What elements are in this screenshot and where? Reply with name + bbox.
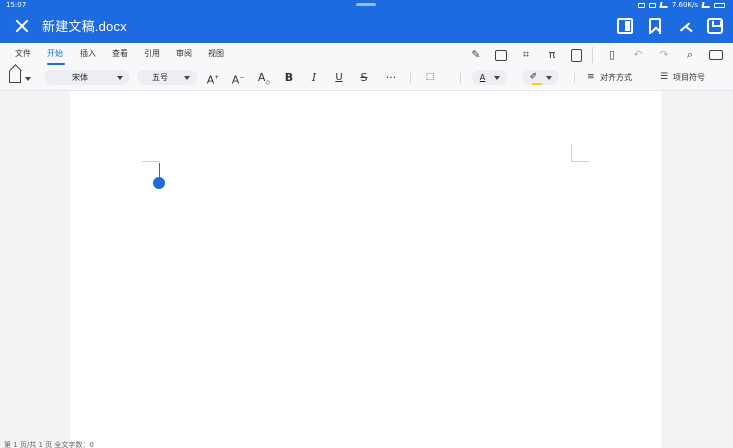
read-mode-icon[interactable]: ▯ <box>605 48 619 62</box>
font-family-select[interactable]: 宋体 <box>44 70 130 85</box>
strikethrough-button[interactable]: S <box>356 70 372 85</box>
wps-word-editor: 15:07 7.60K/s 新建文稿.docx 文件 开始 插入 查看 引用 审… <box>0 0 733 448</box>
tab-file[interactable]: 文件 <box>15 48 31 60</box>
battery-icon <box>714 2 725 8</box>
bold-button[interactable]: B <box>281 70 297 85</box>
tab-review[interactable]: 审阅 <box>176 48 192 60</box>
close-icon[interactable] <box>14 18 30 34</box>
tab-home[interactable]: 开始 <box>47 48 63 60</box>
network-speed: 7.60K/s <box>671 1 698 9</box>
share-icon[interactable] <box>677 18 693 34</box>
chevron-down-icon[interactable] <box>25 77 31 81</box>
save-icon[interactable] <box>707 18 723 34</box>
system-status-bar: 15:07 7.60K/s <box>0 0 733 10</box>
home-style-icon[interactable] <box>9 71 21 83</box>
chevron-down-icon <box>546 76 552 80</box>
pen-icon[interactable]: ✎ <box>469 48 483 62</box>
chevron-down-icon <box>117 76 123 80</box>
font-size-value: 五号 <box>152 73 168 82</box>
italic-button[interactable]: I <box>306 70 322 85</box>
undo-icon[interactable]: ↶ <box>631 48 645 62</box>
page-status-text: 第 1 页/共 1 页 全文字数：0 <box>4 441 94 448</box>
comment-icon[interactable] <box>495 49 507 61</box>
scan-icon[interactable]: ⌗ <box>519 48 533 62</box>
highlight-color-swatch <box>532 83 542 85</box>
font-color-letter: A <box>479 73 486 82</box>
font-color-button[interactable]: A <box>472 70 507 85</box>
panel-toggle-icon[interactable] <box>617 18 633 34</box>
font-family-value: 宋体 <box>72 73 88 82</box>
shrink-font-button[interactable]: A− <box>230 70 246 87</box>
title-bar: 15:07 7.60K/s 新建文稿.docx <box>0 0 733 43</box>
eye-icon <box>648 2 656 8</box>
underline-button[interactable]: U <box>331 70 347 85</box>
tab-references[interactable]: 引用 <box>144 48 160 60</box>
menu-tabs-row: 文件 开始 插入 查看 引用 审阅 视图 ✎ ⌗ π ▯ ↶ ↷ ⌕ <box>0 43 733 65</box>
toolbar-divider <box>592 47 593 63</box>
document-page[interactable] <box>70 91 661 448</box>
wifi-icon <box>701 2 711 8</box>
document-outline-icon[interactable] <box>571 48 582 62</box>
page-margin-marker-left <box>142 161 160 162</box>
title-actions <box>617 18 723 34</box>
status-time: 15:07 <box>6 1 27 9</box>
chevron-down-icon <box>494 76 500 80</box>
page-margin-marker-right-vertical <box>571 144 572 161</box>
text-frame-icon[interactable]: ⬚ <box>424 70 436 85</box>
font-size-select[interactable]: 五号 <box>137 70 197 85</box>
keyboard-icon[interactable] <box>709 50 723 60</box>
bullet-list-select[interactable]: 项目符号 <box>673 70 705 85</box>
cursor-drag-handle[interactable] <box>153 177 165 189</box>
page-margin-marker-right <box>571 161 589 162</box>
document-title[interactable]: 新建文稿.docx <box>42 18 127 35</box>
tab-layout-view[interactable]: 视图 <box>208 48 224 60</box>
toolbar-divider <box>410 73 411 83</box>
quick-tools: ✎ ⌗ π ▯ ↶ ↷ ⌕ <box>457 47 723 63</box>
align-icon[interactable]: ≡ <box>587 70 595 85</box>
message-icon <box>637 2 645 8</box>
multitask-handle[interactable] <box>356 3 376 6</box>
formula-icon[interactable]: π <box>545 48 559 62</box>
signal-icon <box>659 2 669 8</box>
redo-icon[interactable]: ↷ <box>657 48 671 62</box>
align-select[interactable]: 对齐方式 <box>600 70 632 85</box>
clear-format-button[interactable]: A◇ <box>256 70 272 86</box>
toolbar-divider <box>460 73 461 83</box>
tab-view[interactable]: 查看 <box>112 48 128 60</box>
status-icons: 7.60K/s <box>637 0 725 10</box>
title-row: 新建文稿.docx <box>0 12 733 42</box>
grow-font-button[interactable]: A+ <box>205 70 221 87</box>
search-icon[interactable]: ⌕ <box>683 48 697 62</box>
chevron-down-icon <box>184 76 190 80</box>
list-icon[interactable]: ☰ <box>660 70 668 85</box>
bookmark-icon[interactable] <box>649 18 661 34</box>
more-button[interactable]: ··· <box>382 70 400 85</box>
tab-insert[interactable]: 插入 <box>80 48 96 60</box>
formatting-toolbar: 宋体 五号 A+ A− A◇ B I U S ··· ⬚ A ✐ ≡ 对齐方式 <box>0 65 733 145</box>
toolbar-divider <box>574 73 575 83</box>
